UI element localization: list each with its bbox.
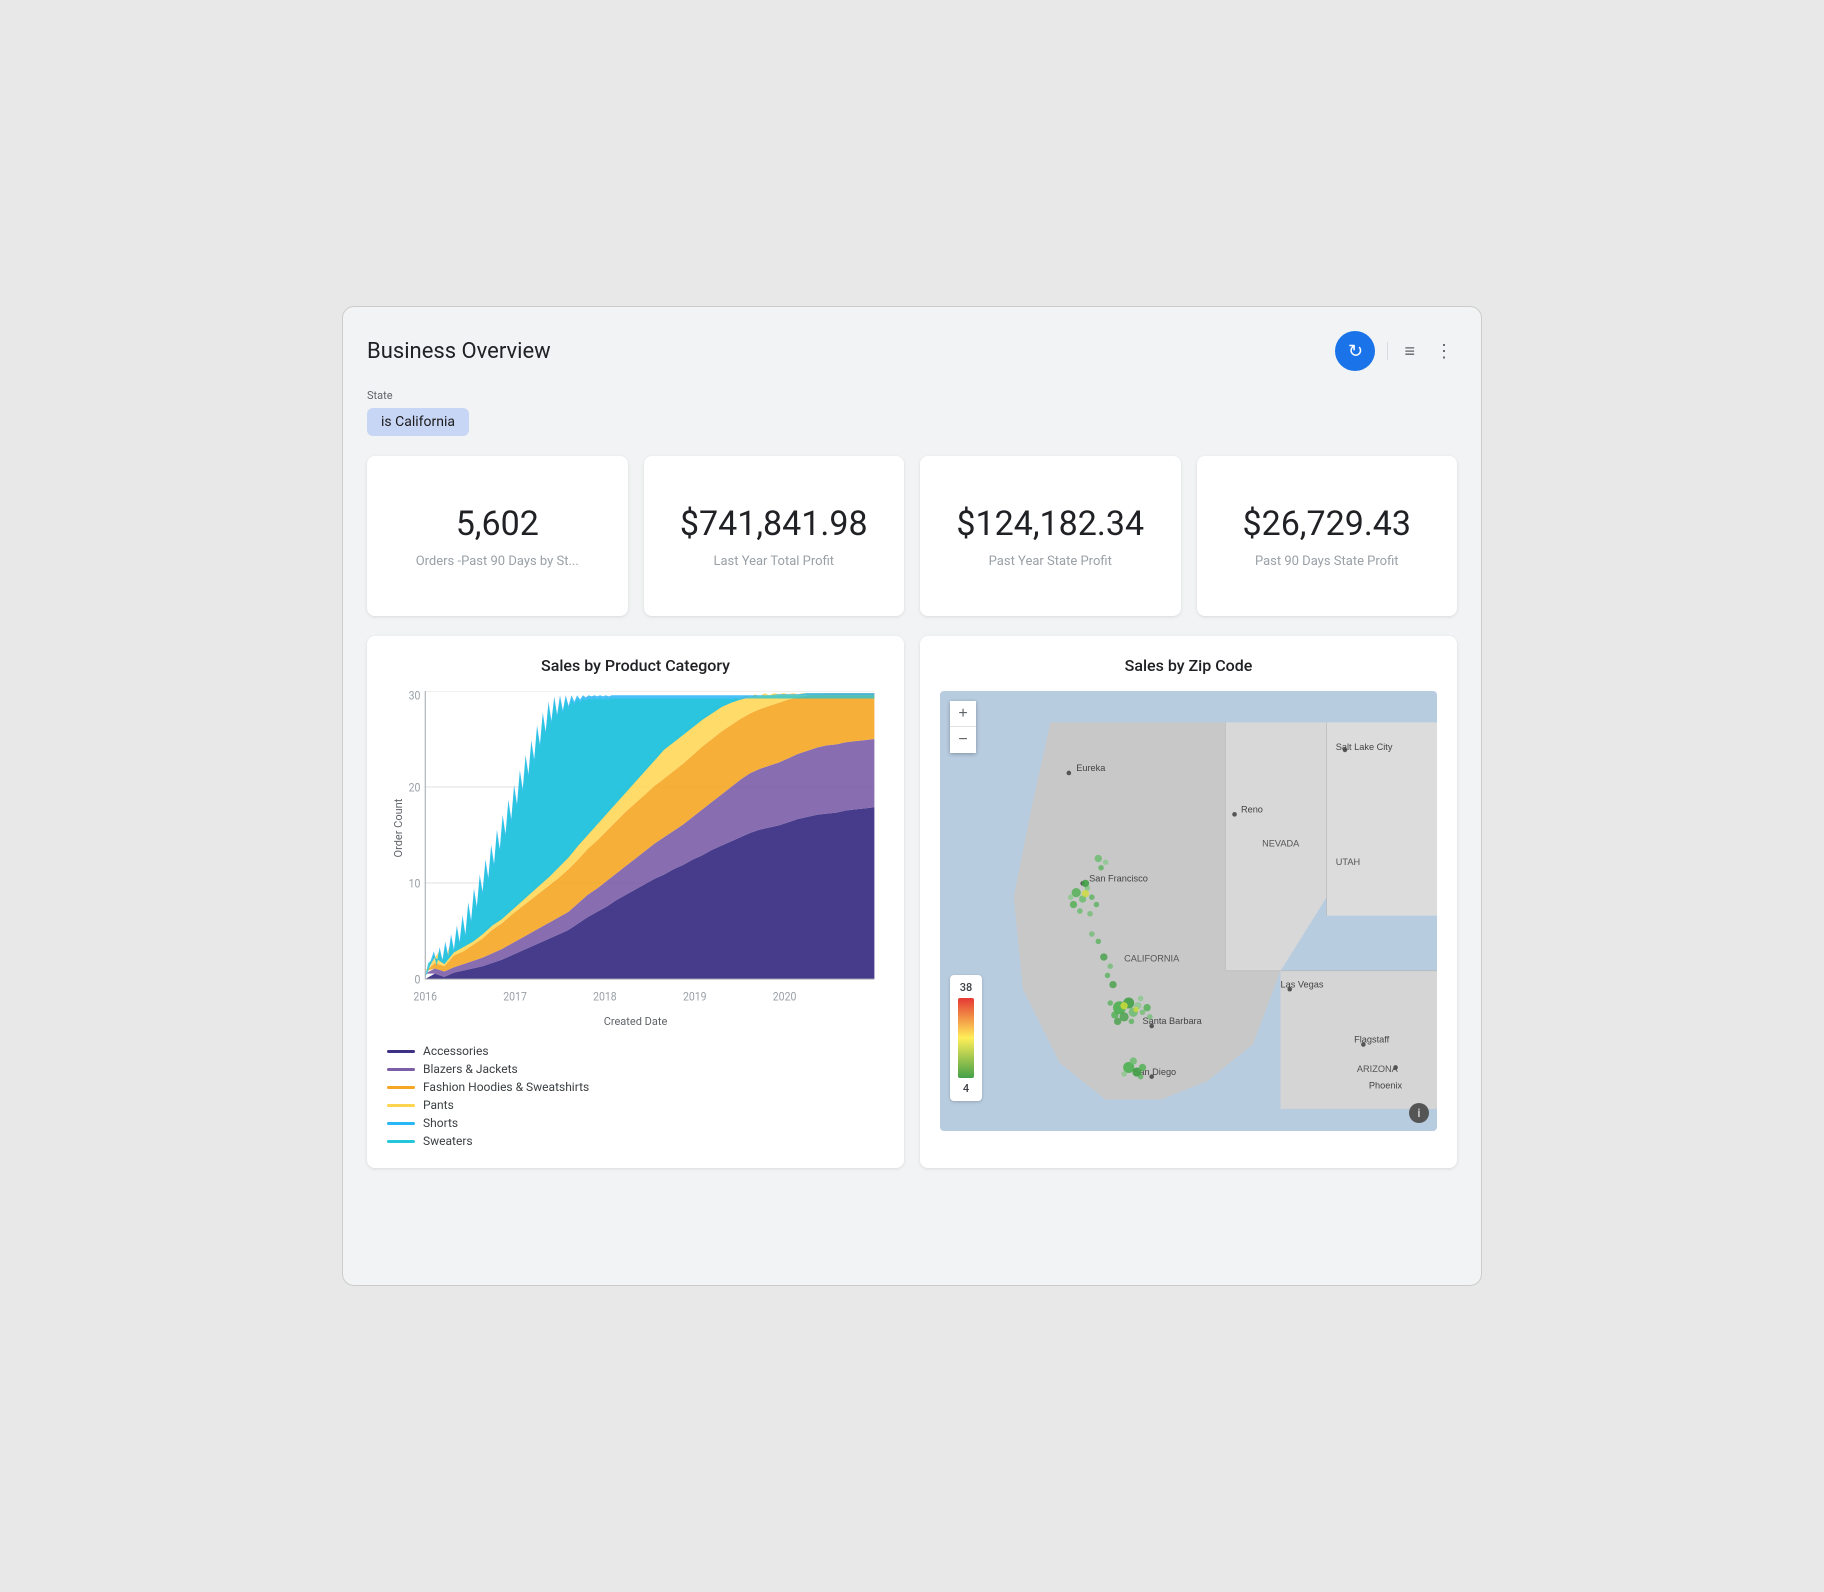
legend-color-sweaters	[387, 1140, 415, 1143]
header: Business Overview ↻ ≡ ⋮	[367, 331, 1457, 371]
sales-by-category-chart: Sales by Product Category Order Count	[367, 636, 904, 1168]
more-vert-icon: ⋮	[1435, 341, 1453, 361]
refresh-button[interactable]: ↻	[1335, 331, 1375, 371]
svg-text:2016: 2016	[413, 990, 437, 1004]
area-chart-svg: 0 10 20 30 2016 2017 2018 2019 2020	[387, 691, 884, 1011]
charts-row: Sales by Product Category Order Count	[367, 636, 1457, 1168]
metric-card-orders: 5,602 Orders -Past 90 Days by St...	[367, 456, 628, 616]
metric-value-past-year-state-profit: $124,182.34	[956, 504, 1144, 544]
svg-text:2017: 2017	[503, 990, 527, 1004]
svg-text:Salt Lake City: Salt Lake City	[1336, 742, 1393, 752]
legend-color-accessories	[387, 1050, 415, 1053]
svg-text:Reno: Reno	[1241, 805, 1263, 815]
metric-label-past-year-state-profit: Past Year State Profit	[989, 554, 1112, 569]
metric-value-past-90-days-profit: $26,729.43	[1242, 504, 1411, 544]
map-legend-gradient	[958, 998, 974, 1078]
legend-item-hoodies: Fashion Hoodies & Sweatshirts	[387, 1080, 884, 1094]
sales-by-category-title: Sales by Product Category	[387, 656, 884, 675]
metric-label-past-90-days-profit: Past 90 Days State Profit	[1255, 554, 1399, 569]
zoom-out-icon: −	[958, 732, 967, 748]
metric-label-last-year-profit: Last Year Total Profit	[713, 554, 834, 569]
legend-label-accessories: Accessories	[423, 1044, 489, 1058]
y-axis-label: Order Count	[392, 799, 405, 858]
legend-color-shorts	[387, 1122, 415, 1125]
legend-color-hoodies	[387, 1086, 415, 1089]
legend-item-sweaters: Sweaters	[387, 1134, 884, 1148]
svg-text:ARIZONA: ARIZONA	[1357, 1064, 1399, 1074]
more-options-button[interactable]: ⋮	[1431, 337, 1457, 366]
metric-card-past-year-state-profit: $124,182.34 Past Year State Profit	[920, 456, 1181, 616]
map-legend-min: 4	[963, 1082, 969, 1095]
metric-card-last-year-profit: $741,841.98 Last Year Total Profit	[644, 456, 905, 616]
svg-text:Eureka: Eureka	[1076, 763, 1106, 773]
svg-text:Flagstaff: Flagstaff	[1354, 1035, 1390, 1045]
legend-item-pants: Pants	[387, 1098, 884, 1112]
filter-label: State	[367, 389, 1457, 402]
metrics-row: 5,602 Orders -Past 90 Days by St... $741…	[367, 456, 1457, 616]
svg-text:Las Vegas: Las Vegas	[1281, 979, 1324, 989]
legend-item-shorts: Shorts	[387, 1116, 884, 1130]
legend-label-hoodies: Fashion Hoodies & Sweatshirts	[423, 1080, 589, 1094]
svg-text:UTAH: UTAH	[1336, 857, 1360, 867]
svg-text:30: 30	[409, 691, 421, 703]
svg-text:NEVADA: NEVADA	[1262, 839, 1300, 849]
metric-value-last-year-profit: $741,841.98	[680, 504, 868, 544]
metric-label-orders: Orders -Past 90 Days by St...	[416, 554, 579, 569]
dashboard: Business Overview ↻ ≡ ⋮ State is Califor…	[342, 306, 1482, 1286]
x-axis-label: Created Date	[387, 1015, 884, 1028]
legend-color-pants	[387, 1104, 415, 1107]
map-legend-max: 38	[960, 981, 973, 994]
header-divider	[1387, 342, 1388, 360]
map-wrapper: Eureka Reno NEVADA San Francisco Salt La…	[940, 691, 1437, 1131]
svg-text:2018: 2018	[593, 990, 617, 1004]
area-chart-wrapper: Order Count 0 10 20 30	[387, 691, 884, 1011]
legend-label-blazers: Blazers & Jackets	[423, 1062, 518, 1076]
info-icon: i	[1418, 1106, 1421, 1120]
zoom-out-button[interactable]: −	[950, 727, 976, 753]
map-info-button[interactable]: i	[1409, 1103, 1429, 1123]
svg-text:2019: 2019	[683, 990, 707, 1004]
svg-text:CALIFORNIA: CALIFORNIA	[1124, 954, 1180, 964]
svg-text:10: 10	[409, 877, 421, 891]
svg-text:Phoenix: Phoenix	[1369, 1081, 1403, 1091]
zoom-in-button[interactable]: +	[950, 701, 976, 727]
metric-value-orders: 5,602	[456, 504, 539, 544]
header-actions: ↻ ≡ ⋮	[1335, 331, 1457, 371]
state-filter-chip[interactable]: is California	[367, 408, 469, 436]
legend-color-blazers	[387, 1068, 415, 1071]
map-color-legend: 38 4	[950, 975, 982, 1101]
map-svg: Eureka Reno NEVADA San Francisco Salt La…	[940, 691, 1437, 1131]
svg-text:20: 20	[409, 781, 421, 795]
svg-text:San Francisco: San Francisco	[1089, 874, 1148, 884]
filter-chip-text: is California	[381, 414, 455, 430]
filter-lines-icon: ≡	[1404, 341, 1415, 361]
legend-item-accessories: Accessories	[387, 1044, 884, 1058]
chart-legend: Accessories Blazers & Jackets Fashion Ho…	[387, 1044, 884, 1148]
refresh-icon: ↻	[1348, 341, 1363, 362]
metric-card-past-90-days-profit: $26,729.43 Past 90 Days State Profit	[1197, 456, 1458, 616]
legend-label-shorts: Shorts	[423, 1116, 458, 1130]
legend-label-pants: Pants	[423, 1098, 454, 1112]
sales-by-zip-chart: Sales by Zip Code	[920, 636, 1457, 1168]
svg-text:2020: 2020	[773, 990, 797, 1004]
sales-by-zip-title: Sales by Zip Code	[940, 656, 1437, 675]
filter-section: State is California	[367, 389, 1457, 436]
legend-item-blazers: Blazers & Jackets	[387, 1062, 884, 1076]
zoom-in-icon: +	[958, 706, 967, 722]
legend-label-sweaters: Sweaters	[423, 1134, 473, 1148]
svg-text:0: 0	[415, 973, 421, 987]
filter-icon-button[interactable]: ≡	[1400, 337, 1419, 366]
map-zoom-controls: + −	[950, 701, 976, 753]
page-title: Business Overview	[367, 339, 551, 364]
